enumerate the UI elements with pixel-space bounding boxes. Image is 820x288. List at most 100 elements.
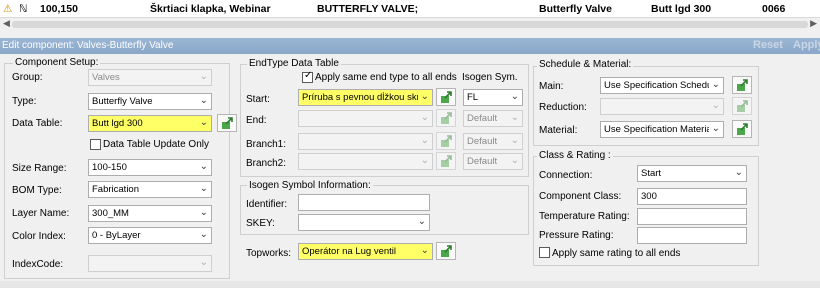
scroll-right-icon[interactable]: ▶ (810, 18, 817, 29)
group-dropdown[interactable]: Valves ⌄ (88, 69, 212, 86)
component-class-field[interactable]: 300 (637, 188, 747, 205)
row-table: Butt lgd 300 (651, 3, 712, 15)
branch2-label: Branch2: (246, 158, 287, 169)
data-table-label: Data Table: (12, 118, 63, 129)
chevron-down-icon: ⌄ (199, 257, 208, 268)
endtype-title: EndType Data Table (247, 58, 341, 69)
connection-label: Connection: (539, 170, 593, 181)
end-isogen-dropdown[interactable]: Default ⌄ (463, 110, 523, 127)
chevron-down-icon: ⌄ (199, 183, 208, 194)
chevron-down-icon: ⌄ (199, 95, 208, 106)
data-table-update-label: Data Table Update Only (103, 139, 209, 150)
horizontal-scrollbar[interactable]: ◀ ▶ (0, 18, 820, 30)
edit-arrow-icon (222, 117, 233, 129)
chevron-down-icon: ⌄ (199, 71, 208, 82)
chevron-down-icon: ⌄ (420, 112, 429, 123)
connection-dropdown[interactable]: Start ⌄ (637, 165, 747, 182)
color-index-label: Color Index: (12, 231, 66, 242)
layer-name-label: Layer Name: (12, 208, 70, 219)
same-end-checkbox[interactable] (302, 70, 313, 83)
chevron-down-icon: ⌄ (417, 216, 426, 227)
reset-button[interactable]: Reset (753, 39, 783, 51)
chevron-down-icon: ⌄ (199, 229, 208, 240)
same-end-label: Apply same end type to all ends (315, 72, 457, 83)
material-label: Material: (539, 125, 578, 136)
main-edit-button[interactable] (732, 76, 752, 94)
temperature-rating-label: Temperature Rating: (539, 211, 630, 222)
chevron-down-icon: ⌄ (510, 112, 519, 123)
chevron-down-icon: ⌄ (199, 207, 208, 218)
topworks-dropdown[interactable]: Operátor na Lug ventil ⌄ (298, 243, 433, 260)
chevron-down-icon: ⌄ (711, 79, 720, 90)
skey-dropdown[interactable]: ⌄ (298, 214, 430, 231)
index-code-label: IndexCode: (12, 259, 64, 270)
layer-name-dropdown[interactable]: 300_MM ⌄ (88, 205, 212, 222)
material-edit-button[interactable] (732, 120, 752, 138)
edit-arrow-icon (737, 100, 748, 112)
apply-button[interactable]: Apply (793, 39, 820, 51)
chevron-down-icon: ⌄ (510, 155, 519, 166)
identifier-field[interactable] (298, 194, 430, 211)
reduction-edit-button[interactable] (732, 97, 752, 115)
topworks-label: Topworks: (246, 248, 292, 259)
start-edit-button[interactable] (436, 88, 456, 106)
type-dropdown[interactable]: Butterfly Valve ⌄ (88, 93, 212, 110)
pressure-rating-label: Pressure Rating: (539, 230, 614, 241)
branch2-edit-button[interactable] (436, 152, 456, 170)
branch1-isogen-dropdown[interactable]: Default ⌄ (463, 133, 523, 150)
same-rating-checkbox[interactable] (539, 247, 550, 258)
chevron-down-icon: ⌄ (711, 100, 720, 111)
start-isogen-dropdown[interactable]: FL ⌄ (463, 89, 523, 106)
class-rating-title: Class & Rating : (537, 150, 613, 161)
row-type: Butterfly Valve (539, 3, 612, 15)
edit-arrow-icon (441, 245, 452, 257)
edit-arrow-icon (737, 79, 748, 91)
group-label: Group: (12, 72, 43, 83)
chevron-down-icon: ⌄ (420, 91, 429, 102)
topworks-edit-button[interactable] (436, 242, 456, 260)
color-index-dropdown[interactable]: 0 - ByLayer ⌄ (88, 227, 212, 244)
chevron-down-icon: ⌄ (420, 245, 429, 256)
pressure-rating-field[interactable] (637, 227, 747, 244)
warning-icon: ⚠ (3, 3, 13, 15)
start-label: Start: (246, 94, 270, 105)
branch2-endtype-dropdown[interactable]: ⌄ (298, 153, 433, 170)
edit-arrow-icon (441, 91, 452, 103)
type-label: Type: (12, 96, 37, 107)
main-schedule-dropdown[interactable]: Use Specification Schedule ⌄ (600, 77, 724, 94)
scroll-left-icon[interactable]: ◀ (3, 18, 10, 29)
component-list-row[interactable]: ⚠ ℕ 100,150 Škrtiaci klapka, Webinar BUT… (0, 0, 820, 18)
start-endtype-dropdown[interactable]: Príruba s pevnou dĺžkou skru ⌄ (298, 89, 433, 106)
branch2-isogen-dropdown[interactable]: Default ⌄ (463, 153, 523, 170)
schedule-material-title: Schedule & Material: (537, 59, 634, 70)
size-range-dropdown[interactable]: 100-150 ⌄ (88, 159, 212, 176)
row-description: Škrtiaci klapka, Webinar (150, 3, 271, 15)
bom-type-dropdown[interactable]: Fabrication ⌄ (88, 181, 212, 198)
edit-arrow-icon (441, 155, 452, 167)
main-label: Main: (539, 81, 564, 92)
chevron-down-icon: ⌄ (510, 135, 519, 146)
end-endtype-dropdown[interactable]: ⌄ (298, 110, 433, 127)
scrollbar-thumb[interactable] (12, 21, 808, 28)
bom-type-label: BOM Type: (12, 185, 62, 196)
identifier-label: Identifier: (246, 199, 288, 210)
chevron-down-icon: ⌄ (199, 117, 208, 128)
index-code-dropdown[interactable]: ⌄ (88, 255, 212, 272)
temperature-rating-field[interactable] (637, 208, 747, 225)
end-edit-button[interactable] (436, 109, 456, 127)
row-code: 0066 (762, 3, 786, 15)
data-table-update-checkbox[interactable] (90, 139, 101, 150)
reduction-dropdown[interactable]: ⌄ (600, 98, 724, 115)
edit-arrow-icon (737, 123, 748, 135)
bottom-scrollbar[interactable] (0, 281, 820, 288)
reduction-label: Reduction: (539, 102, 587, 113)
branch1-endtype-dropdown[interactable]: ⌄ (298, 133, 433, 150)
material-dropdown[interactable]: Use Specification Material ⌄ (600, 121, 724, 138)
same-rating-label: Apply same rating to all ends (552, 248, 681, 259)
branch1-edit-button[interactable] (436, 132, 456, 150)
chevron-down-icon: ⌄ (734, 167, 743, 178)
chevron-down-icon: ⌄ (711, 123, 720, 134)
data-table-edit-button[interactable] (217, 114, 237, 132)
data-table-dropdown[interactable]: Butt lgd 300 ⌄ (88, 115, 212, 132)
chevron-down-icon: ⌄ (199, 161, 208, 172)
